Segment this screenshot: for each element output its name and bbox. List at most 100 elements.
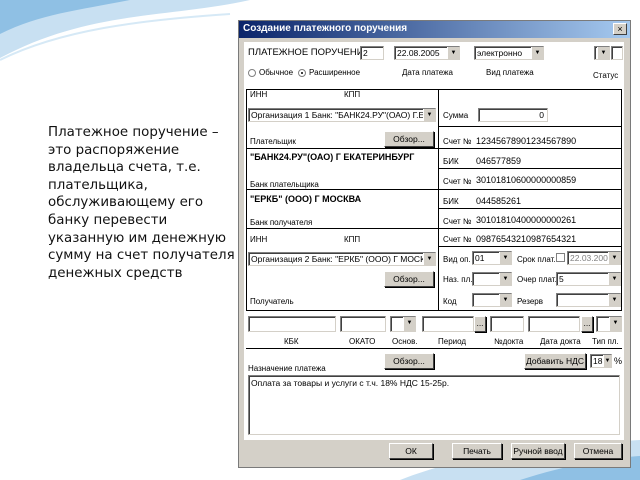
kbk-field[interactable] — [248, 316, 336, 332]
reserve-label: Резерв — [517, 297, 543, 306]
reserve-select[interactable]: ▼ — [556, 293, 621, 307]
grid-row-line — [246, 148, 622, 149]
chevron-down-icon[interactable]: ▼ — [609, 317, 621, 331]
grid-divider-vertical — [438, 89, 439, 311]
grid-row-line — [438, 208, 622, 209]
radio-normal[interactable] — [248, 69, 256, 77]
payment-term-field[interactable]: 22.03.2005 ▼ — [567, 251, 621, 265]
vat-percent-sign: % — [614, 356, 623, 366]
payment-term-checkbox[interactable] — [556, 253, 565, 262]
payee-organization-value: Организация 2 Банк: "ЕРКБ" (ООО) Г МОСКВ… — [251, 254, 436, 264]
purpose-browse-button[interactable]: Обзор... — [384, 353, 434, 369]
sum-field[interactable]: 0 — [478, 108, 548, 122]
basis-label: Основ. — [392, 337, 418, 346]
window-title: Создание платежного поручения — [243, 23, 408, 34]
code-select[interactable]: ▼ — [472, 293, 512, 307]
purpose-code-label: Наз. пл. — [443, 275, 473, 284]
chevron-down-icon[interactable]: ▼ — [608, 294, 620, 306]
grid-row-line — [246, 348, 622, 349]
purpose-textarea[interactable]: Оплата за товары и услуги с т.ч. 18% НДС… — [248, 375, 620, 435]
ok-button[interactable]: ОК — [389, 443, 433, 459]
payment-kind-select[interactable]: ▼ — [596, 316, 622, 332]
period-label: Период — [438, 337, 467, 346]
chevron-down-icon[interactable]: ▼ — [597, 47, 609, 59]
slide-description-text: Платежное поручение – это распоряжение в… — [48, 125, 235, 281]
payment-type-value: электронно — [477, 48, 523, 58]
add-vat-button[interactable]: Добавить НДС — [524, 353, 586, 369]
payment-date-field[interactable]: 22.08.2005 ▼ — [394, 46, 460, 60]
cancel-button[interactable]: Отмена — [574, 443, 622, 459]
doc-date-label: Дата докта — [540, 337, 581, 346]
radio-normal-label: Обычное — [259, 68, 294, 77]
chevron-down-icon[interactable]: ▼ — [499, 273, 511, 285]
print-button[interactable]: Печать — [452, 443, 502, 459]
period-field[interactable] — [422, 316, 474, 332]
payee-organization-select[interactable]: Организация 2 Банк: "ЕРКБ" (ООО) Г МОСКВ… — [248, 252, 436, 266]
chevron-down-icon[interactable]: ▼ — [447, 47, 459, 59]
sum-label: Сумма — [443, 111, 469, 120]
payment-kind-label: Тип пл. — [592, 337, 619, 346]
grid-row-line — [438, 246, 622, 247]
payer-corr-value: 30101810600000000859 — [476, 175, 577, 185]
payee-account-label: Счет № — [443, 235, 472, 244]
payee-bank-label: Банк получателя — [250, 218, 313, 227]
chevron-down-icon[interactable]: ▼ — [499, 294, 511, 306]
payer-account-value: 12345678901234567890 — [476, 136, 577, 146]
document-number-field[interactable]: 2 — [360, 46, 384, 60]
grid-row-line — [246, 228, 622, 229]
payment-type-select[interactable]: электронно ▼ — [474, 46, 544, 60]
payment-date-label: Дата платежа — [402, 68, 453, 77]
okato-label: ОКАТО — [349, 337, 376, 346]
chevron-down-icon[interactable]: ▼ — [499, 252, 511, 264]
payee-corr-label: Счет № — [443, 217, 472, 226]
radio-extended[interactable] — [298, 69, 306, 77]
operation-type-select[interactable]: 01 ▼ — [472, 251, 512, 265]
doc-number-tax-field[interactable] — [490, 316, 524, 332]
payee-inn-label: ИНН — [250, 235, 268, 244]
payee-corr-value: 30101810400000000261 — [476, 215, 577, 225]
payer-organization-select[interactable]: Организация 1 Банк: "БАНК24.РУ"(ОАО) Г.Е… — [248, 108, 436, 122]
payment-order-form: ПЛАТЕЖНОЕ ПОРУЧЕНИЕ № 2 22.08.2005 ▼ эле… — [244, 42, 624, 440]
payee-bank-name: "ЕРКБ" (ООО) Г МОСКВА — [250, 194, 362, 204]
close-icon[interactable]: × — [613, 23, 627, 35]
status-select[interactable]: ▼ — [594, 46, 610, 60]
payment-order-window: Создание платежного поручения × ПЛАТЕЖНО… — [238, 20, 631, 468]
payer-bank-name: "БАНК24.РУ"(ОАО) Г ЕКАТЕРИНБУРГ — [250, 152, 415, 162]
chevron-down-icon[interactable]: ▼ — [423, 253, 435, 265]
purpose-code-select[interactable]: ▼ — [472, 272, 512, 286]
payment-date-value: 22.08.2005 — [397, 48, 440, 58]
vat-rate-select[interactable]: 18 ▼ — [590, 354, 612, 368]
chevron-down-icon[interactable]: ▼ — [608, 252, 620, 264]
kbk-label: КБК — [284, 337, 299, 346]
payer-browse-button[interactable]: Обзор... — [384, 131, 434, 147]
okato-field[interactable] — [340, 316, 386, 332]
basis-select[interactable]: ▼ — [390, 316, 416, 332]
payment-term-label: Срок плат. — [517, 255, 556, 264]
code-label: Код — [443, 297, 457, 306]
payer-label: Плательщик — [250, 137, 296, 146]
grid-row-line — [438, 168, 622, 169]
grid-row-line — [246, 189, 622, 190]
manual-entry-button[interactable]: Ручной ввод — [511, 443, 565, 459]
window-title-bar[interactable]: Создание платежного поручения × — [239, 21, 630, 38]
payment-priority-label: Очер плат. — [517, 275, 557, 284]
period-ellipsis-button[interactable]: ... — [474, 316, 486, 332]
payee-account-value: 09876543210987654321 — [476, 234, 577, 244]
payment-priority-select[interactable]: 5 ▼ — [556, 272, 621, 286]
payment-type-label: Вид платежа — [486, 68, 534, 77]
chevron-down-icon[interactable]: ▼ — [403, 317, 415, 331]
doc-date-tax-field[interactable] — [528, 316, 580, 332]
payee-browse-button[interactable]: Обзор... — [384, 271, 434, 287]
payer-inn-label: ИНН — [250, 90, 268, 99]
chevron-down-icon[interactable]: ▼ — [423, 109, 435, 121]
chevron-down-icon[interactable]: ▼ — [531, 47, 543, 59]
chevron-down-icon[interactable]: ▼ — [608, 273, 620, 285]
doc-date-ellipsis-button[interactable]: ... — [581, 316, 593, 332]
payer-bik-value: 046577859 — [476, 156, 522, 166]
radio-extended-label: Расширенное — [309, 68, 361, 77]
chevron-down-icon[interactable]: ▼ — [603, 355, 611, 367]
payer-account-label: Счет № — [443, 137, 472, 146]
status-extra-field[interactable] — [611, 46, 623, 60]
purpose-label: Назначение платежа — [248, 364, 326, 373]
status-label: Статус — [593, 71, 619, 80]
